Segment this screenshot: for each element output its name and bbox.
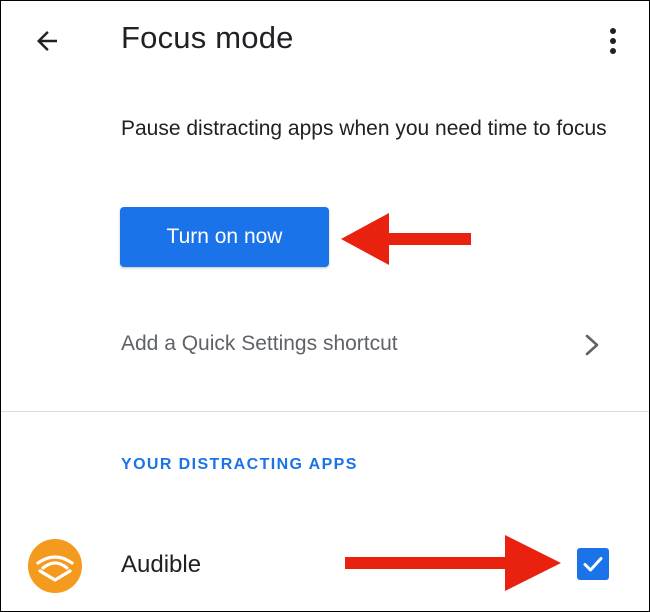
back-button[interactable] [27, 21, 67, 61]
screen: Focus mode Pause distracting apps when y… [0, 0, 650, 612]
annotation-arrow-icon [341, 213, 471, 265]
annotation-arrow-icon [345, 535, 561, 591]
more-options-button[interactable] [593, 19, 633, 63]
more-vert-icon [610, 28, 616, 54]
quick-settings-label: Add a Quick Settings shortcut [121, 332, 398, 355]
audible-icon [28, 539, 82, 593]
app-bar: Focus mode [1, 1, 649, 81]
section-header: YOUR DISTRACTING APPS [121, 456, 358, 473]
description-text: Pause distracting apps when you need tim… [121, 117, 607, 140]
app-checkbox[interactable] [577, 548, 609, 580]
app-name: Audible [121, 551, 202, 578]
app-row[interactable]: Audible [1, 529, 649, 601]
section-divider [1, 411, 649, 412]
chevron-right-icon [585, 334, 599, 356]
arrow-back-icon [37, 31, 57, 51]
turn-on-now-button[interactable]: Turn on now [120, 207, 329, 267]
page-title: Focus mode [121, 20, 294, 55]
checkmark-icon [583, 557, 603, 572]
quick-settings-shortcut-row[interactable]: Add a Quick Settings shortcut [1, 311, 649, 379]
